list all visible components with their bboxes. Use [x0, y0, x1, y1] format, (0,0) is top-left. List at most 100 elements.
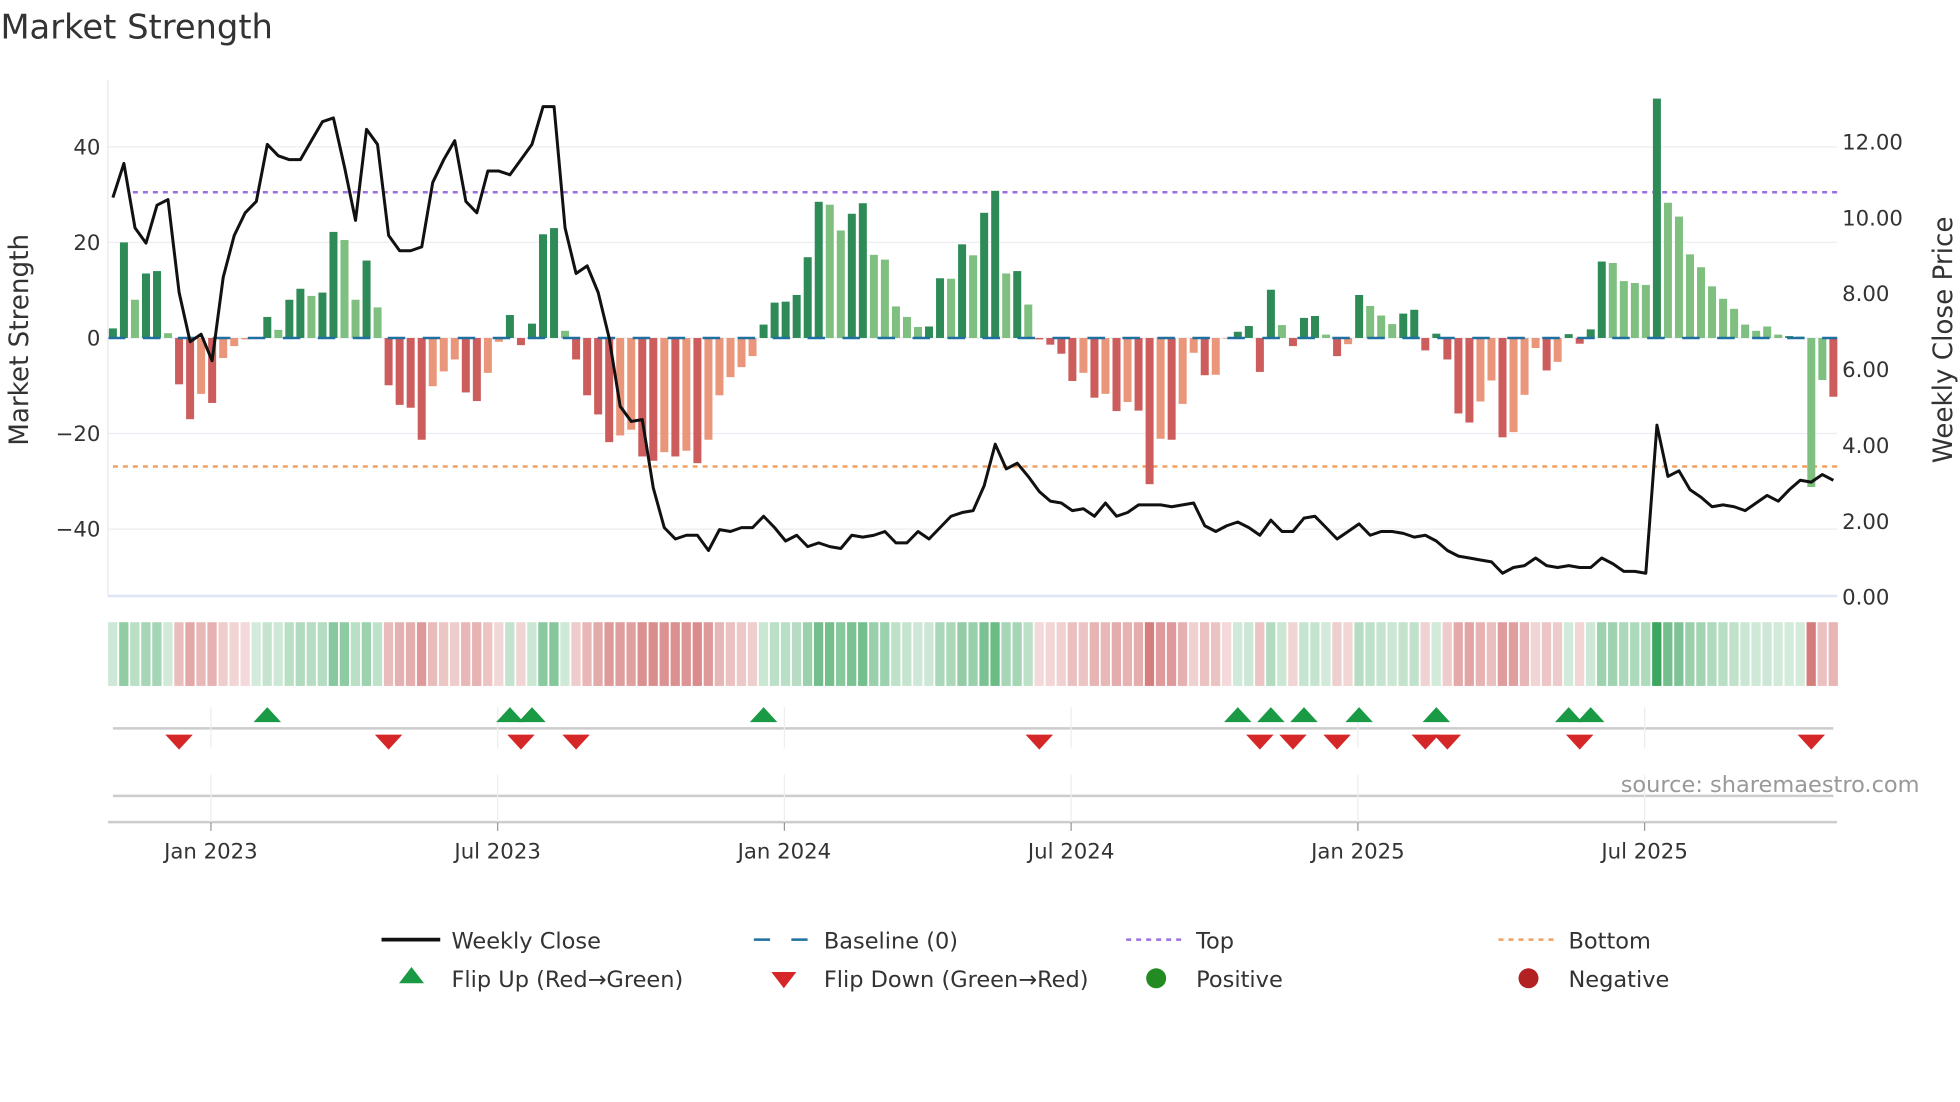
heat-cell [240, 622, 250, 686]
strength-bar [1708, 286, 1717, 338]
heat-cell [692, 622, 702, 686]
strength-bar [230, 337, 239, 347]
strength-bar [991, 190, 1000, 338]
strength-bar [1134, 337, 1143, 411]
heat-cell [141, 622, 151, 686]
heat-cell [802, 622, 813, 686]
strength-bar [406, 337, 415, 408]
heat-cell [416, 622, 427, 686]
strength-bar [1730, 308, 1739, 338]
strength-bar [1090, 337, 1099, 398]
heat-cell [670, 622, 680, 686]
heat-cell [549, 622, 559, 686]
strength-bar [1079, 337, 1088, 373]
strength-bar [792, 294, 801, 338]
heat-cell [1486, 622, 1496, 686]
heat-cell [472, 622, 482, 686]
heat-cell [1199, 622, 1210, 686]
strength-bar [428, 337, 437, 387]
strength-bar [947, 278, 956, 338]
strength-bar [483, 337, 492, 373]
legend-positive-icon [1146, 968, 1167, 989]
strength-bar [902, 316, 911, 338]
heat-cell [328, 622, 338, 686]
strength-bar [1299, 317, 1308, 338]
axes: 40 20 0 −20 −40 12.00 10.00 8.00 6.00 4.00 2.00 0.0… [56, 79, 1903, 611]
flip-down-marker [1246, 734, 1274, 750]
strength-bar [715, 337, 724, 396]
strength-bar [1454, 337, 1463, 414]
heat-cell [946, 622, 956, 686]
strength-bar [594, 337, 603, 415]
heat-cell [1078, 622, 1088, 686]
strength-bar [1377, 315, 1386, 338]
flip-up-marker [749, 707, 778, 723]
strength-bar [1685, 254, 1694, 338]
heat-cell [990, 622, 1000, 686]
strength-bar [1355, 294, 1364, 338]
x-tick-label: Jul 2025 [1599, 839, 1687, 864]
heat-cell [1166, 622, 1177, 686]
heat-cell [1420, 622, 1430, 686]
x-tick-label: Jul 2024 [1026, 839, 1114, 864]
flip-down-marker [1565, 734, 1594, 750]
strength-bar [1465, 337, 1474, 423]
heat-cell [251, 622, 261, 686]
strength-bar [1586, 329, 1595, 338]
strength-bar [539, 234, 548, 338]
heat-cell [1817, 622, 1827, 686]
strength-bar [572, 337, 581, 360]
heat-cell [1431, 622, 1441, 686]
heat-cell [1376, 622, 1386, 686]
heat-cell [1574, 622, 1585, 686]
heat-cell [1089, 622, 1099, 686]
strength-bar [1807, 337, 1816, 488]
heat-cell [229, 622, 239, 686]
heat-cell [1244, 622, 1254, 686]
heat-cell [405, 622, 416, 686]
y-tick-label: 0 [87, 326, 101, 351]
strength-bar [1674, 216, 1683, 338]
heat-cell [438, 622, 449, 686]
heat-cell [1133, 622, 1144, 686]
legend-label-baseline: Baseline (0) [824, 928, 958, 954]
legend-negative-icon [1518, 968, 1539, 989]
strength-bar [130, 299, 139, 338]
strength-bar [175, 337, 184, 385]
heat-cell [538, 622, 548, 686]
flip-down-marker [374, 734, 403, 750]
flip-down-marker [165, 734, 193, 750]
heat-cell [935, 622, 945, 686]
heat-cell [1453, 622, 1463, 686]
heat-cell [1508, 622, 1519, 686]
strength-bar [1288, 337, 1297, 347]
heat-cell [1332, 622, 1342, 686]
heat-cell [262, 622, 272, 686]
strength-bar [1333, 337, 1342, 357]
strength-bar [1641, 284, 1650, 338]
heat-cell [1530, 622, 1541, 686]
heat-cell [1563, 622, 1574, 686]
heat-cell [593, 622, 603, 686]
strength-bar [1608, 262, 1617, 338]
heat-cell [869, 622, 879, 686]
heat-cell [1177, 622, 1188, 686]
strength-bar [1123, 337, 1132, 402]
strength-bar [1421, 337, 1430, 351]
heat-cell [758, 622, 769, 686]
flip-up-marker [1257, 707, 1285, 723]
heat-cell [1398, 622, 1408, 686]
strength-bar [1057, 337, 1066, 354]
heat-cell [119, 622, 129, 686]
heat-cell [516, 622, 526, 686]
market-strength-chart: Market Strength 40 20 0 −20 −40 12.00 10.00 8.0… [0, 8, 1959, 993]
flip-down-marker [1411, 734, 1440, 750]
strength-bar [1487, 337, 1496, 381]
heat-cell [836, 622, 846, 686]
heat-cell [703, 622, 713, 686]
heat-cell [1552, 622, 1563, 686]
strength-bar [704, 337, 713, 440]
heat-cell [130, 622, 140, 686]
strength-bar [461, 337, 470, 393]
strength-bar [936, 278, 945, 338]
